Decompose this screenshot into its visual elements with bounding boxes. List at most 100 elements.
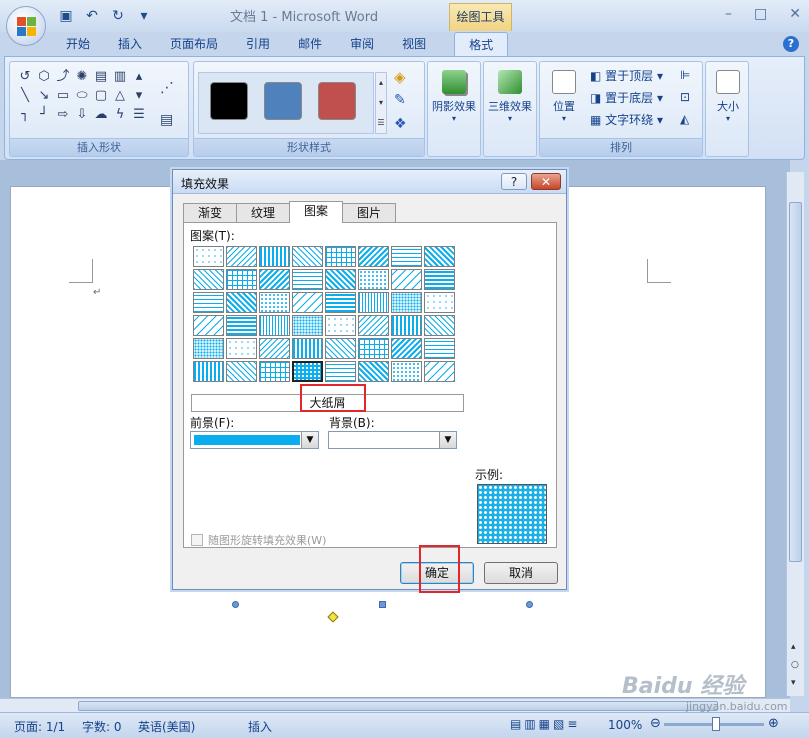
- rectangle-shape-icon[interactable]: ▭: [54, 87, 72, 105]
- tab-format[interactable]: 格式: [454, 32, 509, 56]
- undo-icon[interactable]: ↶: [81, 6, 103, 26]
- pattern-swatch[interactable]: [292, 292, 323, 313]
- more-shapes-icon[interactable]: ☰: [130, 106, 148, 124]
- shadow-effect-button[interactable]: 阴影效果 ▾: [430, 68, 478, 123]
- bent-arrow-shape-icon[interactable]: ⤴: [54, 68, 72, 86]
- tab-page-layout[interactable]: 页面布局: [156, 32, 232, 56]
- pattern-swatch-selected[interactable]: [292, 361, 323, 382]
- close-icon[interactable]: ✕: [789, 6, 801, 22]
- chevron-down-icon[interactable]: ▼: [439, 432, 456, 448]
- next-page-icon[interactable]: ▾: [791, 678, 796, 688]
- browse-object-icon[interactable]: ○: [791, 660, 799, 670]
- pattern-swatch[interactable]: [424, 269, 455, 290]
- prev-page-icon[interactable]: ▴: [791, 642, 796, 652]
- pattern-swatch[interactable]: [226, 338, 257, 359]
- zoom-level[interactable]: 100%: [608, 718, 642, 732]
- minimize-icon[interactable]: –: [725, 6, 732, 22]
- pattern-swatch[interactable]: [391, 338, 422, 359]
- send-to-back-button[interactable]: ◨ 置于底层 ▾: [590, 88, 663, 108]
- pattern-swatch[interactable]: [325, 246, 356, 267]
- text-box-shape-icon[interactable]: ▤: [92, 68, 110, 86]
- pattern-swatch[interactable]: [259, 315, 290, 336]
- position-button[interactable]: 位置 ▾: [540, 68, 588, 123]
- pattern-swatch[interactable]: [259, 361, 290, 382]
- pattern-swatch[interactable]: [259, 292, 290, 313]
- curve-shape-icon[interactable]: ↺: [16, 68, 34, 86]
- pattern-swatch[interactable]: [259, 246, 290, 267]
- vertical-text-box-icon[interactable]: ▥: [111, 68, 129, 86]
- horizontal-scrollbar[interactable]: [0, 698, 790, 712]
- pattern-swatch[interactable]: [358, 338, 389, 359]
- zoom-in-icon[interactable]: ⊕: [768, 716, 779, 731]
- arrow-line-shape-icon[interactable]: ↘: [35, 87, 53, 105]
- shape-style-blue[interactable]: [264, 82, 302, 120]
- help-icon[interactable]: ?: [783, 36, 799, 52]
- rotate-icon[interactable]: ◭: [680, 112, 689, 126]
- tab-pattern[interactable]: 图案: [289, 201, 344, 223]
- tab-home[interactable]: 开始: [52, 32, 104, 56]
- pattern-swatch[interactable]: [391, 269, 422, 290]
- pattern-swatch[interactable]: [193, 361, 224, 382]
- gear-shape-icon[interactable]: ✺: [73, 68, 91, 86]
- pattern-swatch[interactable]: [325, 361, 356, 382]
- pattern-swatch[interactable]: [325, 338, 356, 359]
- office-button[interactable]: [6, 6, 46, 46]
- pattern-swatch[interactable]: [424, 292, 455, 313]
- ok-button[interactable]: 确定: [400, 562, 474, 584]
- background-color-select[interactable]: ▼: [328, 431, 457, 449]
- pattern-swatch[interactable]: [391, 315, 422, 336]
- redo-icon[interactable]: ↻: [107, 6, 129, 26]
- pattern-swatch[interactable]: [226, 292, 257, 313]
- scroll-up-icon[interactable]: ▴: [130, 68, 148, 86]
- down-arrow-shape-icon[interactable]: ⇩: [73, 106, 91, 124]
- text-wrap-button[interactable]: ▦ 文字环绕 ▾: [590, 110, 663, 130]
- checkbox-box[interactable]: [191, 534, 203, 546]
- tab-insert[interactable]: 插入: [104, 32, 156, 56]
- status-word-count[interactable]: 字数: 0: [82, 718, 122, 735]
- shape-handle-left[interactable]: [232, 601, 239, 608]
- pattern-swatch[interactable]: [193, 246, 224, 267]
- status-page[interactable]: 页面: 1/1: [14, 718, 65, 735]
- three-d-effect-button[interactable]: 三维效果 ▾: [486, 68, 534, 123]
- save-icon[interactable]: ▣: [55, 6, 77, 26]
- pattern-swatch[interactable]: [358, 246, 389, 267]
- change-shape-icon[interactable]: ❖: [394, 116, 407, 132]
- pattern-swatch[interactable]: [358, 315, 389, 336]
- tab-view[interactable]: 视图: [388, 32, 440, 56]
- draw-text-box-icon[interactable]: ▤: [160, 112, 173, 128]
- shape-handle-right[interactable]: [526, 601, 533, 608]
- tab-review[interactable]: 审阅: [336, 32, 388, 56]
- pattern-swatch[interactable]: [325, 269, 356, 290]
- pattern-swatch[interactable]: [292, 315, 323, 336]
- pattern-swatch[interactable]: [424, 315, 455, 336]
- pattern-swatch[interactable]: [424, 246, 455, 267]
- pattern-swatch[interactable]: [292, 269, 323, 290]
- gallery-scroll[interactable]: ▴ ▾ ☰: [375, 72, 387, 134]
- pattern-swatch[interactable]: [259, 338, 290, 359]
- pattern-swatch[interactable]: [391, 292, 422, 313]
- dialog-help-button[interactable]: ?: [501, 173, 527, 190]
- shape-handle-middle[interactable]: [379, 601, 386, 608]
- right-arrow-shape-icon[interactable]: ⇨: [54, 106, 72, 124]
- maximize-icon[interactable]: □: [754, 6, 767, 22]
- tab-references[interactable]: 引用: [232, 32, 284, 56]
- pattern-swatch[interactable]: [424, 361, 455, 382]
- pattern-swatch[interactable]: [325, 292, 356, 313]
- shape-style-black[interactable]: [210, 82, 248, 120]
- pattern-swatch[interactable]: [226, 246, 257, 267]
- bring-to-front-button[interactable]: ◧ 置于顶层 ▾: [590, 66, 663, 86]
- pattern-swatch[interactable]: [358, 292, 389, 313]
- pattern-swatch[interactable]: [226, 269, 257, 290]
- elbow-arrow-icon[interactable]: ┘: [35, 106, 53, 124]
- octagon-shape-icon[interactable]: ⬡: [35, 68, 53, 86]
- oval-shape-icon[interactable]: ⬭: [73, 87, 91, 105]
- size-button[interactable]: 大小 ▾: [704, 68, 752, 123]
- pattern-swatch[interactable]: [193, 315, 224, 336]
- elbow-connector-icon[interactable]: ┐: [16, 106, 34, 124]
- zoom-slider-knob[interactable]: [712, 717, 720, 731]
- pattern-swatch[interactable]: [325, 315, 356, 336]
- shape-fill-icon[interactable]: ◈: [394, 68, 406, 86]
- pattern-swatch[interactable]: [424, 338, 455, 359]
- status-language[interactable]: 英语(美国): [138, 718, 195, 735]
- cancel-button[interactable]: 取消: [484, 562, 558, 584]
